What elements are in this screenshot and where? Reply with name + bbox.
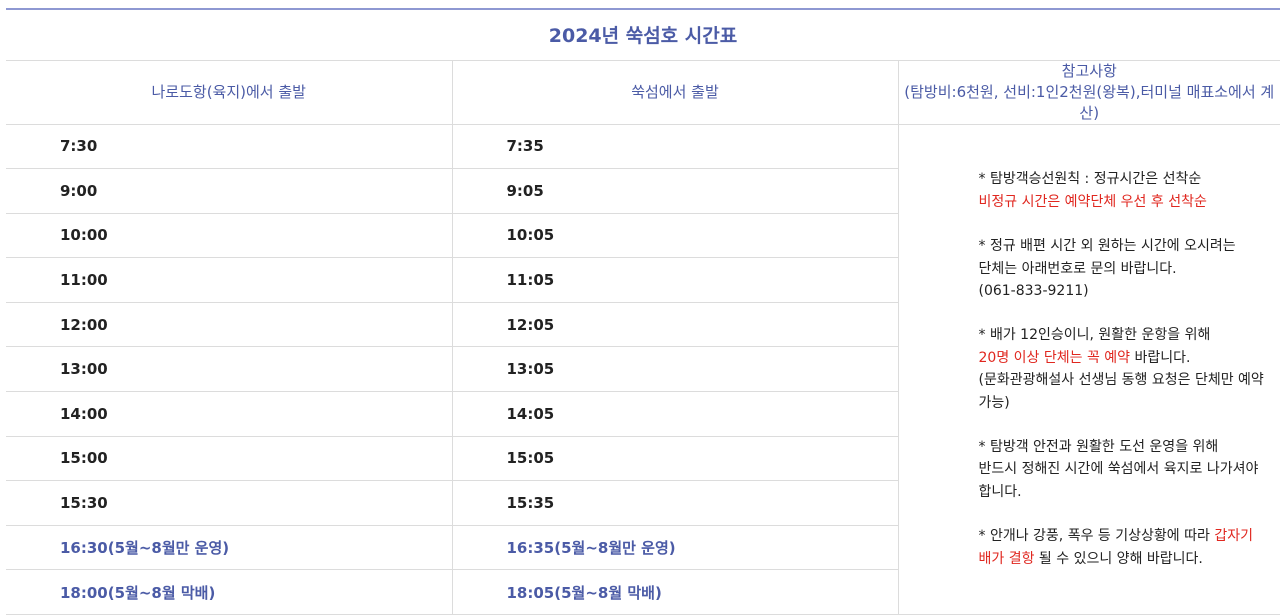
note-2-phone: (061-833-9211) <box>978 283 1089 300</box>
note-5-line-1: * 안개나 강풍, 폭우 등 기상상황에 따라 <box>978 528 1215 545</box>
note-1: * 탐방객승선원칙 : 정규시간은 선착순 비정규 시간은 예약단체 우선 후 … <box>979 168 1280 213</box>
note-5: * 안개나 강풍, 폭우 등 기상상황에 따라 갑자기 배가 결항 될 수 있으… <box>979 525 1280 570</box>
header-from-mainland: 나로도항(육지)에서 출발 <box>6 59 453 125</box>
schedule-table: 2024년 쑥섬호 시간표 나로도항(육지)에서 출발 쑥섬에서 출발 참고사항… <box>6 10 1280 616</box>
departure-time-island: 11:05 <box>451 257 899 303</box>
note-2-line-1: * 정규 배편 시간 외 원하는 시간에 오시려는 <box>978 238 1236 255</box>
page-title: 2024년 쑥섬호 시간표 <box>6 10 1280 61</box>
departure-time-island: 18:05(5월~8월 막배) <box>451 569 899 616</box>
header-from-island: 쑥섬에서 출발 <box>451 59 899 125</box>
note-5-line-2: 될 수 있으니 양해 바랍니다. <box>1034 550 1203 567</box>
schedule-container: 2024년 쑥섬호 시간표 나로도항(육지)에서 출발 쑥섬에서 출발 참고사항… <box>6 8 1280 616</box>
note-3-line-2: 바랍니다. <box>1130 349 1191 366</box>
departure-time-island: 15:35 <box>451 480 899 526</box>
notes-content: * 탐방객승선원칙 : 정규시간은 선착순 비정규 시간은 예약단체 우선 후 … <box>979 168 1280 570</box>
header-notes-subtitle: (탐방비:6천원, 선비:1인2천원(왕복),터미널 매표소에서 계산) <box>904 82 1275 122</box>
note-3: * 배가 12인승이니, 원활한 운항을 위해 20명 이상 단체는 꼭 예약 … <box>979 324 1280 414</box>
departure-time-island: 13:05 <box>451 346 899 393</box>
note-1-line-2: 비정규 시간은 예약단체 우선 후 선착순 <box>978 193 1207 210</box>
note-4: * 탐방객 안전과 원활한 도선 운영을 위해 반드시 정해진 시간에 쑥섬에서… <box>979 436 1280 503</box>
note-2: * 정규 배편 시간 외 원하는 시간에 오시려는 단체는 아래번호로 문의 바… <box>979 235 1280 302</box>
note-3-line-4: 가능) <box>978 394 1010 411</box>
departure-time-mainland: 7:30 <box>6 123 453 170</box>
departure-time-mainland: 11:00 <box>6 257 453 303</box>
departure-time-mainland: 18:00(5월~8월 막배) <box>6 569 453 616</box>
departure-time-island: 14:05 <box>451 391 899 437</box>
departure-time-island: 9:05 <box>451 168 899 214</box>
departure-time-mainland: 16:30(5월~8월만 운영) <box>6 524 453 571</box>
departure-time-mainland: 15:30 <box>6 480 453 526</box>
departure-time-island: 12:05 <box>451 301 899 348</box>
note-5-highlight-1: 갑자기 <box>1214 528 1253 545</box>
departure-time-mainland: 13:00 <box>6 346 453 393</box>
note-4-line-1: * 탐방객 안전과 원활한 도선 운영을 위해 <box>978 439 1219 456</box>
note-3-highlight: 20명 이상 단체는 꼭 예약 <box>978 349 1131 366</box>
table-row: 7:30 7:35 * 탐방객승선원칙 : 정규시간은 선착순 비정규 시간은 예… <box>6 123 1280 616</box>
departure-time-mainland: 15:00 <box>6 435 453 482</box>
departure-time-island: 16:35(5월~8월만 운영) <box>451 524 899 571</box>
note-2-line-2: 단체는 아래번호로 문의 바랍니다. <box>978 260 1177 277</box>
note-4-line-3: 합니다. <box>978 483 1022 500</box>
departure-time-island: 15:05 <box>451 435 899 482</box>
departure-time-mainland: 9:00 <box>6 168 453 214</box>
note-3-line-3: (문화관광해설사 선생님 동행 요청은 단체만 예약 <box>978 372 1264 389</box>
departure-time-island: 10:05 <box>451 212 899 259</box>
departure-time-mainland: 12:00 <box>6 301 453 348</box>
note-3-line-1: * 배가 12인승이니, 원활한 운항을 위해 <box>978 327 1211 344</box>
note-1-line-1: * 탐방객승선원칙 : 정규시간은 선착순 <box>978 171 1202 188</box>
departure-time-mainland: 14:00 <box>6 391 453 437</box>
header-notes-title: 참고사항 <box>1061 61 1117 80</box>
departure-time-mainland: 10:00 <box>6 212 453 259</box>
note-5-highlight-2: 배가 결항 <box>978 550 1035 567</box>
header-notes: 참고사항 (탐방비:6천원, 선비:1인2천원(왕복),터미널 매표소에서 계산… <box>897 59 1280 125</box>
notes-cell: * 탐방객승선원칙 : 정규시간은 선착순 비정규 시간은 예약단체 우선 후 … <box>897 123 1280 616</box>
departure-time-island: 7:35 <box>451 123 899 170</box>
note-4-line-2: 반드시 정해진 시간에 쑥섬에서 육지로 나가셔야 <box>978 461 1259 478</box>
